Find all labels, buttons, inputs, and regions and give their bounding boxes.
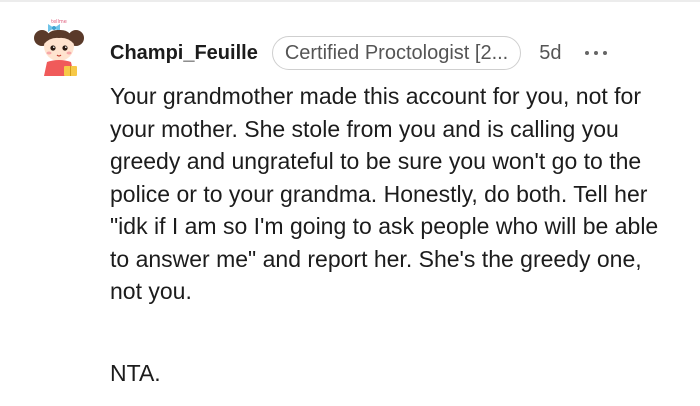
comment-header: Champi_Feuille Certified Proctologist [2…: [110, 36, 610, 70]
comment: tellme Champi_Feuille Certified Proctolo…: [0, 0, 700, 406]
more-options-icon[interactable]: [582, 41, 610, 65]
cartoon-girl-avatar-icon: tellme: [34, 19, 84, 76]
timestamp: 5d: [539, 41, 562, 64]
comment-verdict: NTA.: [110, 360, 161, 386]
comment-body-paragraph: Your grandmother made this account for y…: [110, 83, 659, 304]
avatar-badge-text: tellme: [51, 19, 67, 25]
user-flair: Certified Proctologist [2...: [271, 36, 522, 70]
avatar[interactable]: tellme: [28, 18, 90, 80]
username[interactable]: Champi_Feuille: [110, 42, 258, 65]
comment-body: Your grandmother made this account for y…: [110, 80, 670, 308]
